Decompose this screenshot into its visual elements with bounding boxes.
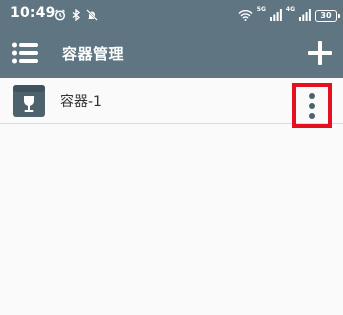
container-box-icon [13,85,45,117]
app-bar: 容器管理 [0,29,343,78]
menu-button[interactable] [12,42,38,64]
add-container-button[interactable] [306,39,334,67]
sim2-network-label: 4G [285,6,295,13]
page-title: 容器管理 [62,45,125,63]
container-name: 容器-1 [60,94,102,110]
alarm-icon [54,6,66,21]
container-list: 容器-1 [0,78,343,128]
status-time: 10:49 [10,5,56,21]
wifi-icon [238,6,253,25]
status-bar: 10:49 5G 4G 30 [0,0,343,29]
sim1-network-label: 5G [256,6,266,13]
bluetooth-icon [70,6,82,22]
status-icons-left [54,6,98,22]
more-options-button[interactable] [292,83,332,128]
list-item[interactable]: 容器-1 [0,78,343,128]
status-icons-right: 5G 4G 30 [238,6,340,25]
battery-indicator: 30 [315,9,340,22]
menu-icon [12,42,38,64]
signal-icon [299,6,311,25]
mute-icon [86,6,98,21]
plus-icon [308,41,332,65]
signal-icon [269,6,282,25]
more-vertical-icon [309,92,315,99]
